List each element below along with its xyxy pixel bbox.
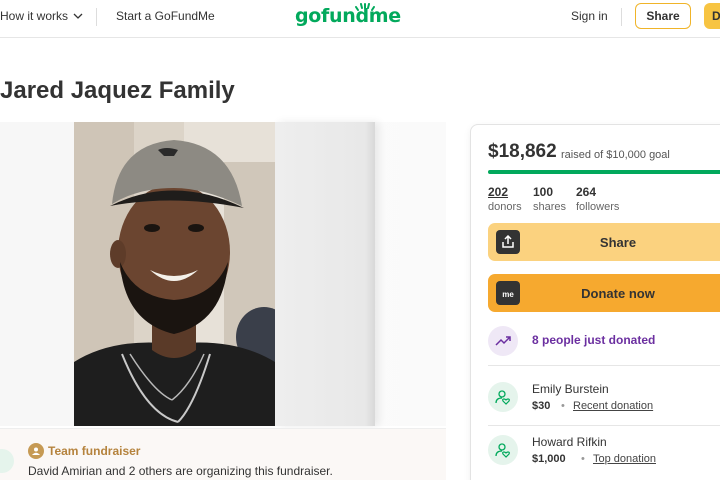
- header-share-button[interactable]: Share: [635, 3, 691, 29]
- donate-now-button[interactable]: me Donate now: [488, 274, 720, 312]
- donor-heart-icon: [488, 435, 518, 465]
- start-gofundme-link[interactable]: Start a GoFundMe: [116, 9, 215, 23]
- people-just-donated: 8 people just donated: [532, 333, 656, 347]
- sign-in-link[interactable]: Sign in: [571, 9, 608, 23]
- goal-text: raised of $10,000 goal: [561, 149, 670, 161]
- photo-backdrop-left: [0, 122, 74, 426]
- donors-count: 202: [488, 185, 509, 199]
- header-divider: [621, 8, 622, 26]
- how-it-works-menu[interactable]: How it works: [0, 9, 84, 23]
- donation-amount: $30: [532, 400, 551, 412]
- separator-dot: •: [581, 453, 585, 465]
- share-button-label: Share: [599, 234, 637, 250]
- share-button[interactable]: Share: [488, 223, 720, 261]
- team-fundraiser-panel: Team fundraiser David Amirian and 2 othe…: [0, 428, 446, 480]
- logo-text: gofundme: [295, 5, 401, 27]
- followers-count: 264: [576, 185, 597, 199]
- separator-dot: •: [561, 400, 565, 412]
- campaign-title: Jared Jaquez Family: [0, 77, 235, 104]
- campaign-media: [0, 122, 446, 426]
- site-header: How it works Start a GoFundMe gofundme S…: [0, 0, 720, 38]
- donor-name: Emily Burstein: [532, 382, 609, 396]
- amount-raised: $18,862: [488, 141, 557, 162]
- shares-count: 100: [533, 185, 554, 199]
- donor-heart-icon: [488, 382, 518, 412]
- recent-activity-row[interactable]: 8 people just donated: [488, 325, 720, 357]
- followers-label: followers: [576, 201, 620, 213]
- header-donate-button[interactable]: D: [704, 3, 720, 29]
- team-fundraiser-label: Team fundraiser: [48, 444, 141, 458]
- donate-now-label: Donate now: [581, 285, 655, 301]
- gofundme-logo[interactable]: gofundme: [295, 5, 401, 27]
- team-icon: [28, 443, 44, 459]
- donation-amount: $1,000: [532, 453, 566, 465]
- photo-backdrop-right: [275, 122, 375, 426]
- organizer-avatar: [0, 449, 14, 473]
- stat-shares: 100 shares: [533, 185, 566, 213]
- donation-item: Howard Rifkin $1,000 • Top donation: [488, 435, 720, 475]
- card-divider-1: [488, 365, 720, 366]
- how-it-works-label: How it works: [0, 9, 69, 23]
- chevron-down-icon: [73, 13, 83, 19]
- progress-fill: [488, 170, 720, 174]
- logo-sun-icon: [355, 3, 375, 11]
- donor-name: Howard Rifkin: [532, 435, 607, 449]
- trending-up-icon: [488, 326, 518, 356]
- donation-card: $18,862 raised of $10,000 goal 202 donor…: [470, 124, 720, 480]
- recent-donation-link[interactable]: Recent donation: [573, 400, 653, 412]
- top-donation-link[interactable]: Top donation: [593, 453, 656, 465]
- card-divider-2: [488, 425, 720, 426]
- campaign-photo[interactable]: [74, 122, 275, 426]
- donors-label: donors: [488, 201, 522, 213]
- donation-item: Emily Burstein $30 • Recent donation: [488, 382, 720, 422]
- stat-donors[interactable]: 202 donors: [488, 185, 522, 213]
- stat-followers: 264 followers: [576, 185, 619, 213]
- campaign-photo-image: [74, 122, 275, 426]
- organizers-description: David Amirian and 2 others are organizin…: [28, 464, 333, 478]
- nav-divider: [96, 8, 97, 26]
- progress-bar: [488, 170, 720, 174]
- shares-label: shares: [533, 201, 567, 213]
